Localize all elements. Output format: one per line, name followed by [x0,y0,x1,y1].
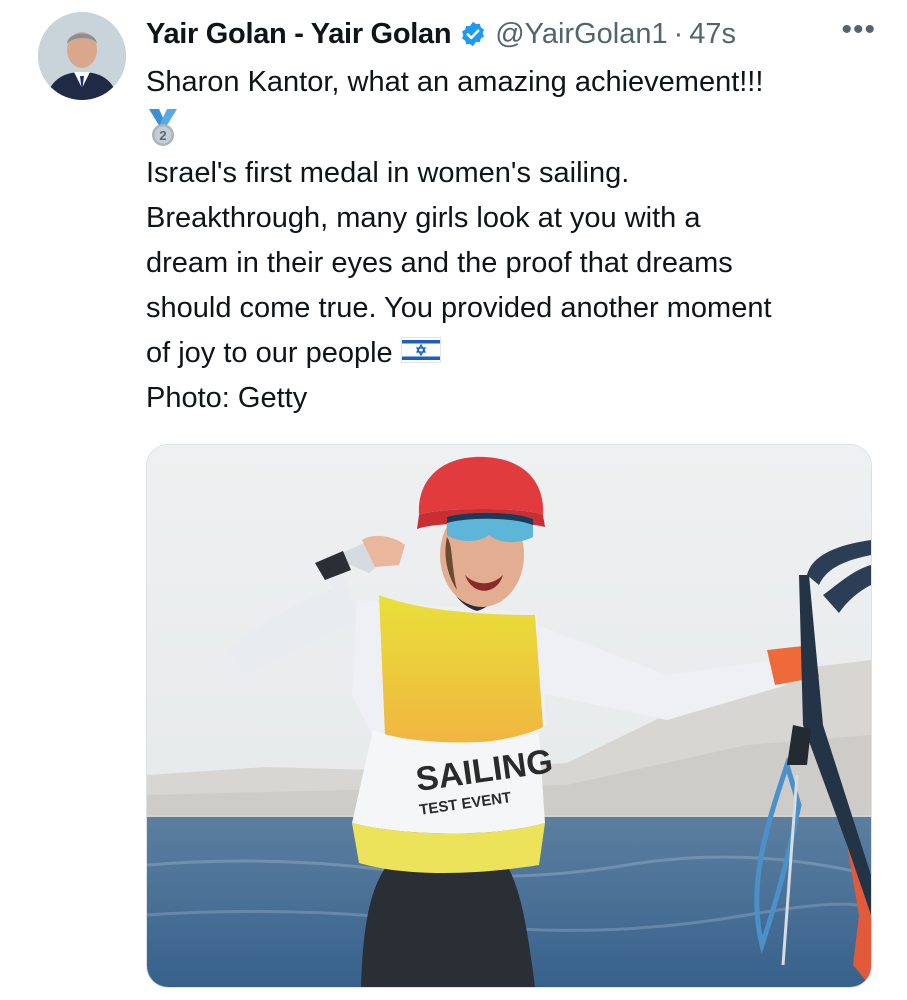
tweet-photo[interactable]: SAILING TEST EVENT [146,444,872,988]
tweet-line: Sharon Kantor, what an amazing achieveme… [146,66,764,98]
israel-flag-icon [400,332,441,377]
tweet-timestamp[interactable]: 47s [689,18,736,51]
tweet-line-with-flag: of joy to our people [146,331,886,376]
medal-line: 2 [146,105,886,151]
dot-separator: · [673,17,684,50]
second-place-medal-icon: 2 [149,109,177,146]
author-handle[interactable]: @YairGolan1 [495,18,667,51]
tweet-body: Sharon Kantor, what an amazing achieveme… [146,60,886,421]
author-avatar[interactable] [38,12,126,100]
sailor-photo: SAILING TEST EVENT [147,445,871,987]
medal-number: 2 [159,128,166,143]
tweet-line: dream in their eyes and the proof that d… [146,247,733,279]
tweet-line: Breakthrough, many girls look at you wit… [146,202,701,234]
tweet-line: Israel's first medal in women's sailing. [146,157,630,189]
more-options-icon[interactable]: ••• [841,15,876,45]
tweet-header: Yair Golan - Yair Golan @YairGolan1 · 47… [146,14,876,54]
author-name[interactable]: Yair Golan - Yair Golan [146,18,452,51]
verified-badge-icon [459,20,487,48]
tweet-line: Photo: Getty [146,382,308,414]
avatar-image [38,12,126,100]
tweet-line: should come true. You provided another m… [146,292,772,324]
tweet-line-text: of joy to our people [146,337,393,369]
